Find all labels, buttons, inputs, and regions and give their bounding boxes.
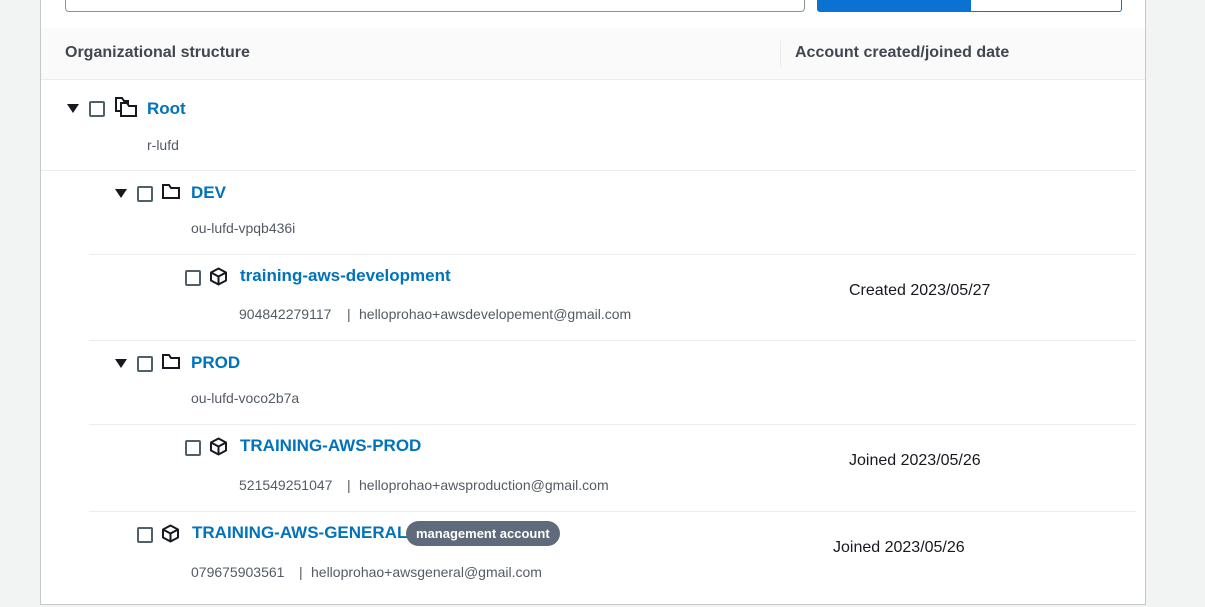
toolbar xyxy=(41,0,1145,26)
checkbox-general-account[interactable] xyxy=(137,527,153,543)
tree-row-root: Root r-lufd xyxy=(41,80,1136,171)
prod-account-name-link[interactable]: TRAINING-AWS-PROD xyxy=(240,436,421,456)
general-account-id: 079675903561 xyxy=(191,564,285,580)
folder-icon xyxy=(162,184,180,199)
account-icon xyxy=(210,437,227,456)
checkbox-dev-account[interactable] xyxy=(185,270,201,286)
general-account-separator: | xyxy=(299,564,303,580)
tree-row-dev: DEV ou-lufd-vpqb436i xyxy=(89,171,1136,255)
dev-account-date: Created 2023/05/27 xyxy=(849,282,991,299)
folder-icon xyxy=(162,354,180,369)
column-header-structure: Organizational structure xyxy=(65,44,250,61)
general-account-date: Joined 2023/05/26 xyxy=(833,539,965,556)
organization-panel: Organizational structure Account created… xyxy=(40,0,1146,605)
ou-dev-id: ou-lufd-vpqb436i xyxy=(191,220,296,236)
caret-down-icon[interactable] xyxy=(115,359,127,368)
ou-prod-id: ou-lufd-voco2b7a xyxy=(191,390,300,406)
dev-account-id: 904842279117 xyxy=(239,306,332,322)
root-name-link[interactable]: Root xyxy=(147,99,186,119)
tree-row-general-account: TRAINING-AWS-GENERAL management account … xyxy=(89,512,1136,604)
prod-account-email: helloprohao+awsproduction@gmail.com xyxy=(359,477,609,493)
checkbox-prod[interactable] xyxy=(137,356,153,372)
prod-account-date: Joined 2023/05/26 xyxy=(849,452,981,469)
checkbox-prod-account[interactable] xyxy=(185,440,201,456)
dev-account-separator: | xyxy=(347,306,351,322)
column-header-date: Account created/joined date xyxy=(795,44,1010,61)
root-id: r-lufd xyxy=(147,137,179,153)
caret-down-icon[interactable] xyxy=(67,104,79,113)
root-icon xyxy=(115,97,137,117)
management-account-badge: management account xyxy=(406,521,560,546)
checkbox-root[interactable] xyxy=(89,101,105,117)
general-account-name-link[interactable]: TRAINING-AWS-GENERAL xyxy=(192,523,407,543)
account-icon xyxy=(162,524,179,543)
tree-row-prod-account: TRAINING-AWS-PROD 521549251047 | hellopr… xyxy=(89,425,1136,512)
ou-dev-name-link[interactable]: DEV xyxy=(191,183,226,203)
table-header: Organizational structure Account created… xyxy=(41,28,1145,80)
column-divider[interactable] xyxy=(780,41,781,67)
checkbox-dev[interactable] xyxy=(137,186,153,202)
account-icon xyxy=(210,267,227,286)
primary-action-button[interactable] xyxy=(817,0,971,12)
prod-account-id: 521549251047 xyxy=(239,477,333,493)
prod-account-separator: | xyxy=(347,477,351,493)
caret-down-icon[interactable] xyxy=(115,189,127,198)
search-input[interactable] xyxy=(65,0,805,12)
general-account-email: helloprohao+awsgeneral@gmail.com xyxy=(311,564,542,580)
ou-prod-name-link[interactable]: PROD xyxy=(191,353,240,373)
tree-row-prod: PROD ou-lufd-voco2b7a xyxy=(89,341,1136,425)
dev-account-email: helloprohao+awsdevelopement@gmail.com xyxy=(359,306,632,322)
tree-row-dev-account: training-aws-development 904842279117 | … xyxy=(89,255,1136,341)
dev-account-name-link[interactable]: training-aws-development xyxy=(240,266,451,286)
secondary-action-button[interactable] xyxy=(970,0,1122,12)
